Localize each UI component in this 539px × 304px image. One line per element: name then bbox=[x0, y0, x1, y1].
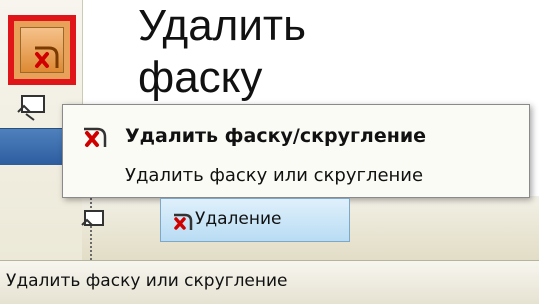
delete-fillet-icon bbox=[84, 127, 107, 147]
tab-label: Удаление bbox=[195, 209, 282, 229]
delete-fillet-button[interactable] bbox=[8, 15, 76, 85]
tooltip-title: Удалить фаску/скругление bbox=[125, 125, 427, 147]
status-bar: Удалить фаску или скругление bbox=[0, 260, 539, 304]
slide-caption: Удалить фаску bbox=[138, 0, 358, 104]
status-text: Удалить фаску или скругление bbox=[6, 271, 288, 291]
tooltip-popup: Удалить фаску/скругление Удалить фаску и… bbox=[62, 104, 530, 198]
delete-fillet-button-face[interactable] bbox=[20, 27, 64, 73]
toolbar-tool-icon[interactable] bbox=[12, 90, 52, 126]
delete-fillet-icon bbox=[35, 46, 59, 68]
caption-line-2: фаску bbox=[138, 53, 263, 102]
tab-delete[interactable]: Удаление bbox=[160, 198, 350, 242]
caption-line-1: Удалить bbox=[138, 1, 306, 50]
tooltip-description: Удалить фаску или скругление bbox=[125, 165, 424, 186]
toolbar-tool-icon[interactable] bbox=[78, 206, 112, 236]
